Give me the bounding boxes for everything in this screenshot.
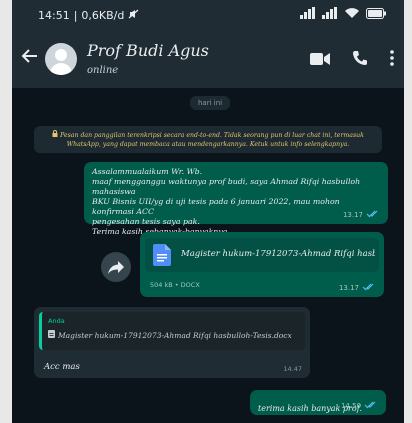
read-ticks-icon bbox=[364, 401, 378, 411]
document-name: Magister hukum-17912073-Ahmad Rifqi hasb… bbox=[181, 249, 375, 259]
quoted-author: Anda bbox=[48, 317, 65, 325]
message-time: 14.47 bbox=[283, 365, 302, 373]
incoming-message[interactable]: Anda Magister hukum-17912073-Ahmad Rifqi… bbox=[34, 307, 310, 378]
outgoing-message[interactable]: terima kasih banyak prof. 14.50 bbox=[250, 390, 386, 415]
contact-status: online bbox=[87, 65, 119, 76]
signal-icon bbox=[300, 7, 316, 22]
date-chip: hari ini bbox=[190, 96, 231, 110]
outgoing-document-message[interactable]: Magister hukum-17912073-Ahmad Rifqi hasb… bbox=[140, 232, 384, 297]
contact-name[interactable]: Prof Budi Agus bbox=[87, 41, 209, 60]
document-attachment[interactable]: Magister hukum-17912073-Ahmad Rifqi hasb… bbox=[145, 238, 379, 272]
quoted-text: Magister hukum-17912073-Ahmad Rifqi hasb… bbox=[58, 330, 292, 340]
encryption-notice[interactable]: Pesan dan panggilan terenkripsi secara e… bbox=[34, 126, 382, 153]
encryption-notice-text: Pesan dan panggilan terenkripsi secara e… bbox=[60, 132, 364, 148]
battery-icon bbox=[366, 7, 386, 22]
video-call-icon[interactable] bbox=[310, 51, 330, 70]
message-time: 14.50 bbox=[340, 402, 361, 410]
message-text: Assalammualaikum Wr. Wb. maaf mengganggu… bbox=[92, 167, 361, 236]
outgoing-message[interactable]: Assalammualaikum Wr. Wb. maaf mengganggu… bbox=[84, 162, 388, 236]
forward-button[interactable] bbox=[101, 252, 131, 282]
wifi-icon bbox=[344, 7, 360, 22]
quoted-message[interactable]: Anda Magister hukum-17912073-Ahmad Rifqi… bbox=[39, 312, 305, 350]
back-arrow-icon[interactable] bbox=[20, 48, 38, 68]
lock-icon bbox=[52, 130, 60, 139]
more-options-icon[interactable] bbox=[390, 50, 394, 70]
document-icon bbox=[48, 330, 55, 340]
chat-header: Prof Budi Agus online bbox=[12, 30, 404, 88]
phone-screen: 14:51 | 0,6KB/d Prof Budi Agus online ha… bbox=[12, 0, 404, 423]
document-info: 504 kB • DOCX bbox=[150, 281, 200, 289]
mute-icon bbox=[128, 9, 139, 22]
status-time: 14:51 bbox=[38, 9, 70, 22]
read-ticks-icon bbox=[362, 283, 376, 293]
document-icon bbox=[153, 244, 171, 270]
avatar[interactable] bbox=[45, 43, 77, 75]
status-bar: 14:51 | 0,6KB/d bbox=[12, 0, 404, 30]
message-time: 13.17 bbox=[342, 211, 363, 219]
read-ticks-icon bbox=[366, 210, 380, 220]
network-speed: 0,6KB/d bbox=[81, 9, 125, 22]
phone-call-icon[interactable] bbox=[352, 50, 368, 70]
message-time: 13.17 bbox=[338, 284, 359, 292]
forward-arrow-icon bbox=[108, 261, 124, 274]
signal-icon bbox=[322, 7, 338, 22]
message-text: Acc mas bbox=[44, 362, 80, 372]
